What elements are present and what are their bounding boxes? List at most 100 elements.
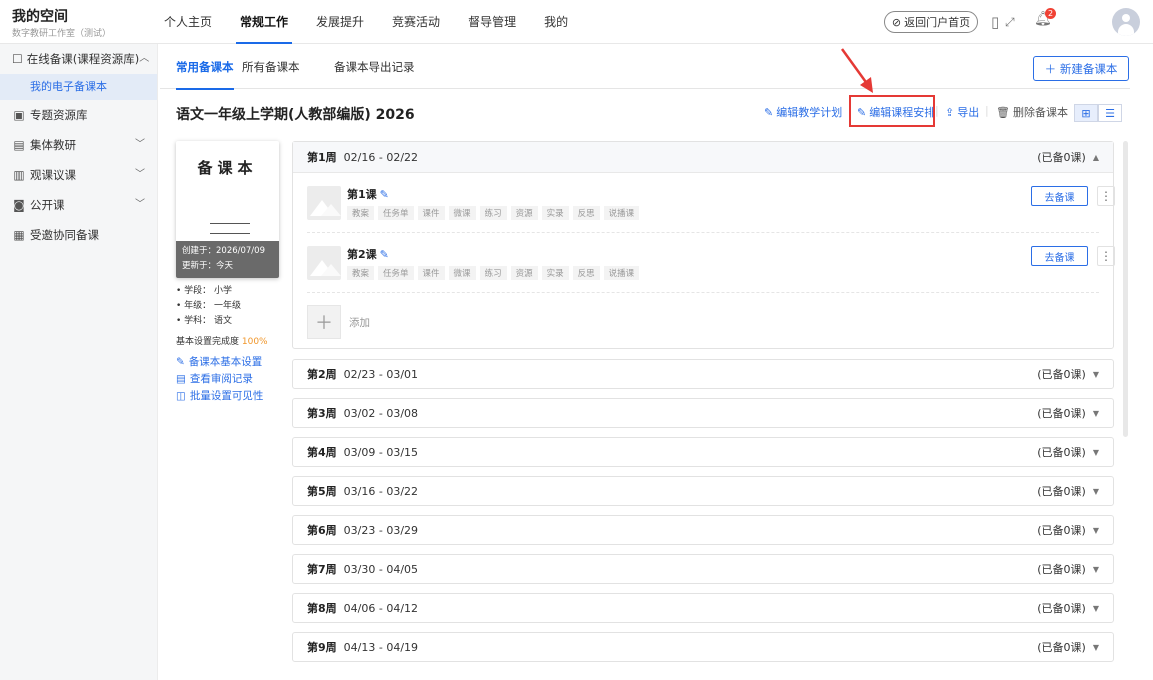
nav-personal-home[interactable]: 个人主页 [164, 0, 212, 44]
tab-common-notebooks[interactable]: 常用备课本 [176, 54, 234, 90]
tag[interactable]: 说播课 [603, 206, 640, 220]
sidebar-item-topic-resources[interactable]: ▣ 专题资源库 [0, 100, 157, 130]
tag[interactable]: 任务单 [378, 266, 414, 280]
image-placeholder-icon [307, 186, 341, 220]
tag[interactable]: 实录 [541, 206, 569, 220]
list-view-button[interactable]: ☰ [1098, 104, 1122, 122]
return-portal-label: 返回门户首页 [904, 16, 971, 29]
people-icon: ▦ [13, 228, 25, 242]
lesson-list: 第1课✎ 教案 任务单 课件 微课 练习 资源 实录 反思 说播课 去备课 ⋮ [293, 173, 1115, 348]
edit-plan-action[interactable]: ✎ 编辑教学计划 [764, 104, 852, 120]
tag[interactable]: 资源 [510, 206, 538, 220]
tag[interactable]: 课件 [417, 266, 445, 280]
edit-icon: ✎ [764, 105, 774, 119]
go-prepare-button[interactable]: 去备课 [1031, 186, 1088, 206]
clipboard-icon: ▤ [176, 373, 186, 385]
phone-icon[interactable]: ▯ [991, 12, 999, 32]
week-header[interactable]: 第1周 02/16 - 02/22 (已备0课) ▲ [293, 142, 1113, 173]
week-panel-collapsed[interactable]: 第4周 03/09 - 03/15 (已备0课) ▼ [292, 437, 1114, 467]
main-content: 常用备课本 所有备课本 备课本导出记录 ＋ 新建备课本 语文一年级上学期(人教部… [160, 44, 1153, 680]
more-options-icon[interactable]: ⋮ [1097, 186, 1115, 206]
week-panel-collapsed[interactable]: 第2周 02/23 - 03/01 (已备0课) ▼ [292, 359, 1114, 389]
sidebar-item-label: 集体教研 [30, 138, 76, 152]
nav-competition[interactable]: 竞赛活动 [392, 0, 440, 44]
basic-settings-label: 备课本基本设置 [188, 356, 263, 368]
lesson-name: 第2课 ✎ [347, 246, 389, 262]
tag[interactable]: 实录 [541, 266, 569, 280]
chevron-down-icon: ▼ [1092, 603, 1099, 613]
week-panel-collapsed[interactable]: 第5周 03/16 - 03/22 (已备0课) ▼ [292, 476, 1114, 506]
week-panel-collapsed[interactable]: 第9周 04/13 - 04/19 (已备0课) ▼ [292, 632, 1114, 662]
week-label: 第1周 [307, 151, 337, 164]
sidebar-subitem-my-notebook[interactable]: 我的电子备课本 [0, 74, 157, 100]
sidebar-item-invited-coprep[interactable]: ▦ 受邀协同备课 [0, 220, 157, 250]
tag[interactable]: 反思 [572, 266, 600, 280]
week-range: 03/02 - 03/08 [343, 406, 419, 420]
add-lesson-row[interactable]: ＋ 添加 [307, 293, 1099, 348]
sidebar-item-open-class[interactable]: ◙ 公开课 ﹀ [0, 190, 157, 220]
notification-bell[interactable]: 🔔︎ 2 [1034, 8, 1056, 31]
edit-icon: ✎ [176, 356, 185, 368]
tag[interactable]: 任务单 [378, 206, 414, 220]
grid-view-button[interactable]: ⊞ [1074, 104, 1098, 122]
week-panel-collapsed[interactable]: 第7周 03/30 - 04/05 (已备0课) ▼ [292, 554, 1114, 584]
delete-action[interactable]: 🗑︎ 删除备课本 [996, 104, 1078, 120]
edit-icon[interactable]: ✎ [380, 248, 389, 261]
tag[interactable]: 练习 [479, 266, 507, 280]
scrollbar[interactable] [1123, 141, 1128, 437]
tag[interactable]: 教案 [347, 266, 375, 280]
go-prepare-button[interactable]: 去备课 [1031, 246, 1088, 266]
tag[interactable]: 练习 [479, 206, 507, 220]
nav-development[interactable]: 发展提升 [316, 0, 364, 44]
review-records-label: 查看审阅记录 [189, 373, 253, 385]
week-count: (已备0课) [1037, 563, 1086, 576]
sidebar-item-online-prep[interactable]: ☐ 在线备课(课程资源库) ︿ [0, 44, 157, 74]
completion-value: 100% [241, 337, 268, 347]
tag[interactable]: 说播课 [603, 266, 640, 280]
tag[interactable]: 微课 [448, 266, 476, 280]
sidebar-item-group-research[interactable]: ▤ 集体教研 ﹀ [0, 130, 157, 160]
nav-mine[interactable]: 我的 [544, 0, 568, 44]
nav-supervision[interactable]: 督导管理 [468, 0, 516, 44]
export-action[interactable]: ⇪ 导出 [945, 104, 989, 120]
lesson-name-text: 第1课 [347, 188, 377, 201]
fullscreen-icon[interactable]: ⤢ [1005, 12, 1015, 32]
return-portal-button[interactable]: ⊘ 返回门户首页 [884, 11, 978, 33]
top-nav: 个人主页 常规工作 发展提升 竞赛活动 督导管理 我的 [150, 0, 582, 44]
tab-all-notebooks[interactable]: 所有备课本 [242, 54, 300, 89]
tag[interactable]: 教案 [347, 206, 375, 220]
sidebar-item-observe[interactable]: ▥ 观课议课 ﹀ [0, 160, 157, 190]
week-range: 04/13 - 04/19 [343, 640, 419, 654]
visibility-icon: ◫ [176, 390, 186, 402]
week-panel-collapsed[interactable]: 第8周 04/06 - 04/12 (已备0课) ▼ [292, 593, 1114, 623]
batch-visibility-link[interactable]: ◫ 批量设置可见性 [176, 388, 263, 405]
week-label: 第8周 [307, 602, 337, 615]
week-range: 03/23 - 03/29 [343, 523, 419, 537]
review-records-link[interactable]: ▤ 查看审阅记录 [176, 371, 263, 388]
tag[interactable]: 反思 [572, 206, 600, 220]
week-count: (已备0课) [1037, 485, 1086, 498]
more-options-icon[interactable]: ⋮ [1097, 246, 1115, 266]
tab-export-records[interactable]: 备课本导出记录 [334, 54, 415, 89]
week-panel-collapsed[interactable]: 第3周 03/02 - 03/08 (已备0课) ▼ [292, 398, 1114, 428]
basic-settings-link[interactable]: ✎ 备课本基本设置 [176, 354, 263, 371]
week-panel-collapsed[interactable]: 第6周 03/23 - 03/29 (已备0课) ▼ [292, 515, 1114, 545]
chevron-down-icon: ▼ [1092, 564, 1099, 574]
tag[interactable]: 资源 [510, 266, 538, 280]
avatar-head-shape [1122, 14, 1130, 22]
chevron-down-icon: ▼ [1092, 408, 1099, 418]
page-title: 语文一年级上学期(人教部编版) 2026 [176, 107, 415, 123]
tag[interactable]: 微课 [448, 206, 476, 220]
new-notebook-button[interactable]: ＋ 新建备课本 [1033, 56, 1129, 81]
sidebar-item-label: 观课议课 [30, 168, 76, 182]
notebook-cover[interactable]: 备课本 创建于：2026/07/09 更新于：今天 [176, 141, 279, 278]
lesson-tags: 教案 任务单 课件 微课 练习 资源 实录 反思 说播课 [347, 266, 640, 280]
batch-visibility-label: 批量设置可见性 [189, 390, 264, 402]
edit-icon[interactable]: ✎ [380, 188, 389, 201]
nav-routine-work[interactable]: 常规工作 [236, 0, 293, 44]
week-label: 第5周 [307, 485, 337, 498]
lesson-tags: 教案 任务单 课件 微课 练习 资源 实录 反思 说播课 [347, 206, 640, 220]
plus-icon[interactable]: ＋ [307, 305, 341, 339]
tag[interactable]: 课件 [417, 206, 445, 220]
avatar[interactable] [1112, 8, 1140, 36]
